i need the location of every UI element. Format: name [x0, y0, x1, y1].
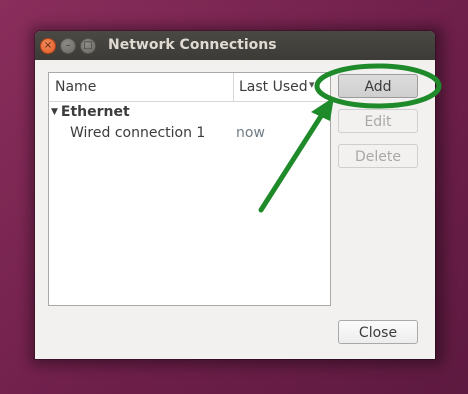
sort-descending-icon: ▾: [309, 78, 315, 91]
column-divider: [233, 73, 234, 101]
window-maximize-button[interactable]: □: [80, 38, 96, 54]
column-header-name[interactable]: Name: [55, 79, 96, 95]
group-label: Ethernet: [60, 104, 130, 120]
window-close-button[interactable]: ×: [40, 38, 56, 54]
group-ethernet[interactable]: ▼ Ethernet: [51, 104, 130, 120]
minimize-icon: –: [65, 40, 71, 51]
delete-button[interactable]: Delete: [338, 144, 418, 168]
close-button[interactable]: Close: [338, 320, 418, 344]
edit-button[interactable]: Edit: [338, 109, 418, 133]
connection-last-used[interactable]: now: [236, 125, 265, 141]
add-button[interactable]: Add: [338, 74, 418, 98]
column-header-last-used[interactable]: Last Used: [239, 79, 308, 95]
window-title: Network Connections: [108, 37, 277, 53]
connections-list[interactable]: Name Last Used ▾ ▼ Ethernet Wired connect…: [48, 72, 331, 306]
maximize-icon: □: [83, 40, 93, 51]
connection-name[interactable]: Wired connection 1: [70, 125, 205, 141]
column-header-row: Name Last Used ▾: [49, 73, 330, 102]
expander-triangle-icon[interactable]: ▼: [51, 107, 58, 117]
network-connections-window: × – □ Network Connections Name Last Used…: [35, 31, 435, 359]
window-minimize-button[interactable]: –: [60, 38, 76, 54]
title-bar[interactable]: × – □ Network Connections: [35, 31, 435, 60]
close-icon: ×: [43, 40, 53, 51]
